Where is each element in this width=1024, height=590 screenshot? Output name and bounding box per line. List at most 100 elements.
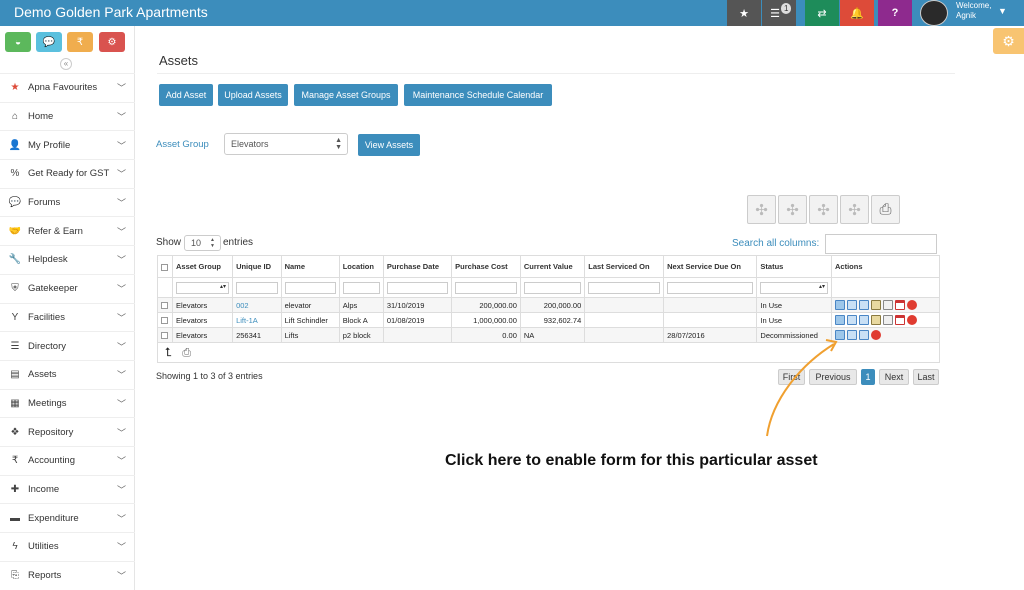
- puzzle-icon[interactable]: ✣: [778, 195, 807, 224]
- add-asset-button[interactable]: Add Asset: [159, 84, 213, 106]
- sidebar-item-facilities[interactable]: Y Facilities ﹀: [0, 302, 135, 332]
- purchase-cost-filter[interactable]: [451, 277, 521, 298]
- column-header[interactable]: Unique ID: [232, 255, 282, 278]
- view-assets-button[interactable]: View Assets: [358, 134, 420, 156]
- form-icon[interactable]: [847, 300, 857, 310]
- select-arrow-icon[interactable]: ⮤: [165, 345, 172, 359]
- sidebar-item-utilities[interactable]: ϟ Utilities ﹀: [0, 532, 135, 561]
- pagination-first[interactable]: First: [778, 369, 805, 385]
- document-icon[interactable]: [883, 315, 893, 325]
- print-icon[interactable]: ⎙: [182, 347, 191, 359]
- view-details-icon[interactable]: [835, 330, 845, 340]
- select-all-checkbox[interactable]: [157, 255, 173, 278]
- collapse-sidebar-button[interactable]: «: [60, 58, 72, 70]
- asset-group-filter[interactable]: ▴▾: [171, 277, 234, 298]
- purchase-date-filter[interactable]: [382, 277, 453, 298]
- user-menu[interactable]: Welcome, Agnik ▼: [912, 0, 1024, 26]
- print-icon[interactable]: ⎙: [871, 195, 900, 224]
- row-checkbox[interactable]: [157, 312, 173, 328]
- delete-icon[interactable]: [907, 300, 917, 310]
- view-details-icon[interactable]: [835, 300, 845, 310]
- document-icon[interactable]: [883, 300, 893, 310]
- row-checkbox[interactable]: [157, 327, 173, 343]
- app-title[interactable]: Demo Golden Park Apartments: [14, 4, 208, 20]
- calendar-icon[interactable]: [895, 300, 905, 310]
- settings-quick-button[interactable]: ⚙: [99, 32, 125, 52]
- delete-icon[interactable]: [907, 315, 917, 325]
- sidebar-item-refer-earn[interactable]: 🤝 Refer & Earn ﹀: [0, 216, 135, 245]
- asset-group-select[interactable]: Elevators ▲ ▼: [224, 133, 348, 155]
- chat-quick-button[interactable]: 💬: [36, 32, 62, 52]
- upload-assets-button[interactable]: Upload Assets: [218, 84, 288, 106]
- status-filter[interactable]: ▴▾: [756, 277, 832, 298]
- sidebar-item-income[interactable]: ✚ Income ﹀: [0, 474, 135, 504]
- last-serviced-filter[interactable]: [584, 277, 665, 298]
- sidebar-item-home[interactable]: ⌂ Home ﹀: [0, 101, 135, 131]
- copy-icon: ⎘: [11, 570, 19, 582]
- tasks-button[interactable]: ☰ 1: [762, 0, 796, 26]
- form-icon[interactable]: [847, 330, 857, 340]
- location-filter[interactable]: [338, 277, 384, 298]
- pagination-next[interactable]: Next: [879, 369, 909, 385]
- sidebar-item-reports[interactable]: ⎘ Reports ﹀: [0, 560, 135, 590]
- view-details-icon[interactable]: [835, 315, 845, 325]
- sidebar-item-apna-favourites[interactable]: ★ Apna Favourites ﹀: [0, 73, 135, 102]
- column-header[interactable]: Status: [756, 255, 832, 278]
- cell-unique-id[interactable]: 002: [232, 297, 282, 313]
- column-header[interactable]: Purchase Date: [382, 255, 453, 278]
- star-button[interactable]: ★: [727, 0, 761, 26]
- column-header[interactable]: Next Service Due On: [663, 255, 758, 278]
- pagination-current-page[interactable]: 1: [861, 369, 875, 385]
- edit-icon[interactable]: [859, 315, 869, 325]
- cell-location: Block A: [338, 312, 384, 328]
- alerts-button[interactable]: 🔔: [840, 0, 874, 26]
- sidebar-item-my-profile[interactable]: 👤 My Profile ﹀: [0, 130, 135, 159]
- sidebar-item-expenditure[interactable]: ▬ Expenditure ﹀: [0, 503, 135, 532]
- next-service-filter[interactable]: [663, 277, 758, 298]
- column-header[interactable]: Purchase Cost: [451, 255, 521, 278]
- maintenance-calendar-button[interactable]: Maintenance Schedule Calendar: [404, 84, 552, 106]
- puzzle-icon[interactable]: ✣: [747, 195, 776, 224]
- calendar-icon[interactable]: [895, 315, 905, 325]
- sidebar-item-forums[interactable]: 💬 Forums ﹀: [0, 187, 135, 217]
- entries-per-page-select[interactable]: 10 ▲ ▼: [184, 235, 221, 251]
- sidebar-item-meetings[interactable]: ▦ Meetings ﹀: [0, 388, 135, 418]
- search-input[interactable]: [825, 234, 937, 254]
- form-icon[interactable]: [847, 315, 857, 325]
- sidebar-item-directory[interactable]: ☰ Directory ﹀: [0, 331, 135, 360]
- shuffle-button[interactable]: ⇄: [805, 0, 839, 26]
- sidebar-item-helpdesk[interactable]: 🔧 Helpdesk ﹀: [0, 245, 135, 274]
- maintenance-icon[interactable]: [871, 300, 881, 310]
- puzzle-icon[interactable]: ✣: [840, 195, 869, 224]
- column-header[interactable]: Location: [338, 255, 384, 278]
- sidebar-item-gatekeeper[interactable]: ⛨ Gatekeeper ﹀: [0, 273, 135, 303]
- edit-icon[interactable]: [859, 330, 869, 340]
- cell-unique-id[interactable]: Lift-1A: [232, 312, 282, 328]
- column-header[interactable]: Name: [280, 255, 340, 278]
- sidebar-item-assets[interactable]: ▤ Assets ﹀: [0, 359, 135, 389]
- column-header[interactable]: Current Value: [519, 255, 586, 278]
- delete-icon[interactable]: [871, 330, 881, 340]
- rupee-quick-button[interactable]: ₹: [67, 32, 93, 52]
- sidebar-item-gst[interactable]: % Get Ready for GST ﹀: [0, 159, 135, 188]
- help-button[interactable]: ?: [878, 0, 912, 26]
- dashboard-quick-button[interactable]: ◒: [5, 32, 31, 52]
- cell-purchase-cost: 200,000.00: [451, 297, 521, 313]
- chevron-down-icon: ﹀: [116, 198, 126, 209]
- current-value-filter[interactable]: [519, 277, 586, 298]
- sidebar-item-label: Facilities: [28, 311, 65, 323]
- column-header[interactable]: Last Serviced On: [584, 255, 665, 278]
- maintenance-icon[interactable]: [871, 315, 881, 325]
- chevron-down-icon: ﹀: [116, 513, 126, 524]
- column-header[interactable]: Asset Group: [171, 255, 234, 278]
- pagination-last[interactable]: Last: [913, 369, 939, 385]
- puzzle-icon[interactable]: ✣: [809, 195, 838, 224]
- sidebar-item-repository[interactable]: ❖ Repository ﹀: [0, 417, 135, 446]
- manage-asset-groups-button[interactable]: Manage Asset Groups: [294, 84, 398, 106]
- edit-icon[interactable]: [859, 300, 869, 310]
- unique-id-filter[interactable]: [232, 277, 282, 298]
- row-checkbox[interactable]: [157, 297, 173, 313]
- sidebar-item-accounting[interactable]: ₹ Accounting ﹀: [0, 445, 135, 475]
- pagination-previous[interactable]: Previous: [809, 369, 857, 385]
- name-filter[interactable]: [280, 277, 340, 298]
